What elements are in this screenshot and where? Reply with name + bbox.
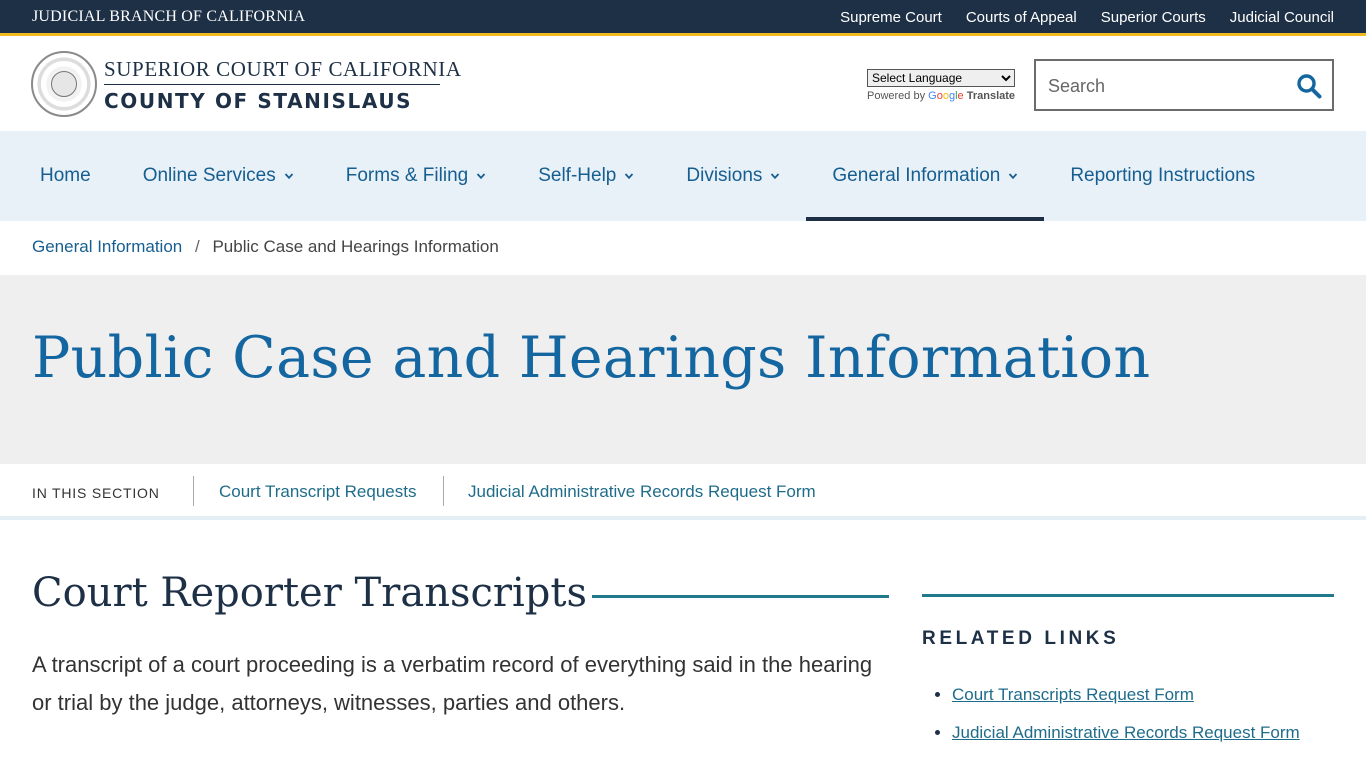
seal-center — [51, 71, 77, 97]
chevron-down-icon — [477, 173, 486, 180]
section-divider — [193, 476, 194, 506]
top-links: Supreme Court Courts of Appeal Superior … — [840, 9, 1334, 26]
in-this-section-label: IN THIS SECTION — [32, 485, 160, 501]
language-widget: Select Language Powered by Google Transl… — [867, 69, 1015, 102]
section-divider — [443, 476, 444, 506]
google-logo: Google — [928, 90, 964, 102]
in-this-section-nav: IN THIS SECTION Court Transcript Request… — [0, 464, 1366, 520]
page-title: Public Case and Hearings Information — [32, 325, 1151, 391]
nav-item-label: Divisions — [686, 165, 763, 186]
court-name-divider — [104, 84, 440, 85]
page-hero: Public Case and Hearings Information — [0, 275, 1366, 464]
powered-by-label: Powered by — [867, 90, 926, 102]
top-link-judicial-council[interactable]: Judicial Council — [1230, 9, 1334, 26]
nav-item-label: Online Services — [142, 165, 276, 186]
list-item: Court Transcripts Request Form — [952, 685, 1300, 705]
site-header: SUPERIOR COURT OF CALIFORNIA COUNTY OF S… — [0, 39, 1366, 131]
nav-item-home[interactable]: Home — [14, 131, 117, 221]
nav-item-label: Self-Help — [538, 165, 617, 186]
top-link-supreme-court[interactable]: Supreme Court — [840, 9, 942, 26]
related-links-list: Court Transcripts Request Form Judicial … — [952, 685, 1300, 761]
search-icon[interactable] — [1296, 73, 1322, 99]
nav-item-label: Home — [40, 165, 91, 186]
top-utility-bar: JUDICIAL BRANCH OF CALIFORNIA Supreme Co… — [0, 0, 1366, 36]
nav-item-forms-filing[interactable]: Forms & Filing — [320, 131, 512, 221]
search-input[interactable] — [1048, 73, 1278, 99]
court-seal-icon[interactable] — [31, 51, 97, 117]
nav-item-online-services[interactable]: Online Services — [117, 131, 320, 221]
nav-item-label: Forms & Filing — [345, 165, 469, 186]
top-link-courts-of-appeal[interactable]: Courts of Appeal — [966, 9, 1077, 26]
chevron-down-icon — [625, 173, 634, 180]
chevron-down-icon — [1009, 173, 1018, 180]
related-link-court-transcripts-form[interactable]: Court Transcripts Request Form — [952, 685, 1194, 704]
court-name-line2[interactable]: COUNTY OF STANISLAUS — [104, 89, 412, 113]
powered-by-google: Powered by Google Translate — [867, 90, 1015, 102]
language-select[interactable]: Select Language — [867, 69, 1015, 87]
breadcrumb-separator: / — [194, 237, 200, 256]
nav-item-divisions[interactable]: Divisions — [660, 131, 806, 221]
search-box — [1034, 59, 1334, 111]
breadcrumb-link-general-information[interactable]: General Information — [32, 237, 182, 256]
nav-item-self-help[interactable]: Self-Help — [512, 131, 660, 221]
related-links-heading: RELATED LINKS — [922, 628, 1120, 649]
main-nav: Home Online Services Forms & Filing Self… — [0, 131, 1366, 221]
nav-item-reporting-instructions[interactable]: Reporting Instructions — [1044, 131, 1281, 221]
list-item: Judicial Administrative Records Request … — [952, 723, 1300, 743]
nav-item-general-information[interactable]: General Information — [806, 131, 1045, 221]
chevron-down-icon — [771, 173, 780, 180]
breadcrumb: General Information / Public Case and He… — [32, 237, 499, 257]
section-link-judicial-admin-records[interactable]: Judicial Administrative Records Request … — [468, 482, 816, 502]
content-paragraph: A transcript of a court proceeding is a … — [32, 652, 873, 715]
judicial-branch-title[interactable]: JUDICIAL BRANCH OF CALIFORNIA — [32, 8, 305, 26]
chevron-down-icon — [284, 173, 293, 180]
nav-item-label: Reporting Instructions — [1070, 165, 1256, 186]
content-heading: Court Reporter Transcripts — [32, 570, 587, 616]
court-name-line1[interactable]: SUPERIOR COURT OF CALIFORNIA — [104, 57, 462, 82]
related-link-judicial-admin-records-form[interactable]: Judicial Administrative Records Request … — [952, 723, 1300, 742]
heading-rule — [592, 595, 889, 598]
breadcrumb-current: Public Case and Hearings Information — [212, 237, 499, 256]
top-link-superior-courts[interactable]: Superior Courts — [1101, 9, 1206, 26]
sidebar-rule — [922, 594, 1334, 597]
section-link-court-transcript-requests[interactable]: Court Transcript Requests — [219, 482, 416, 502]
nav-item-label: General Information — [832, 165, 1001, 186]
translate-label[interactable]: Translate — [967, 90, 1015, 102]
